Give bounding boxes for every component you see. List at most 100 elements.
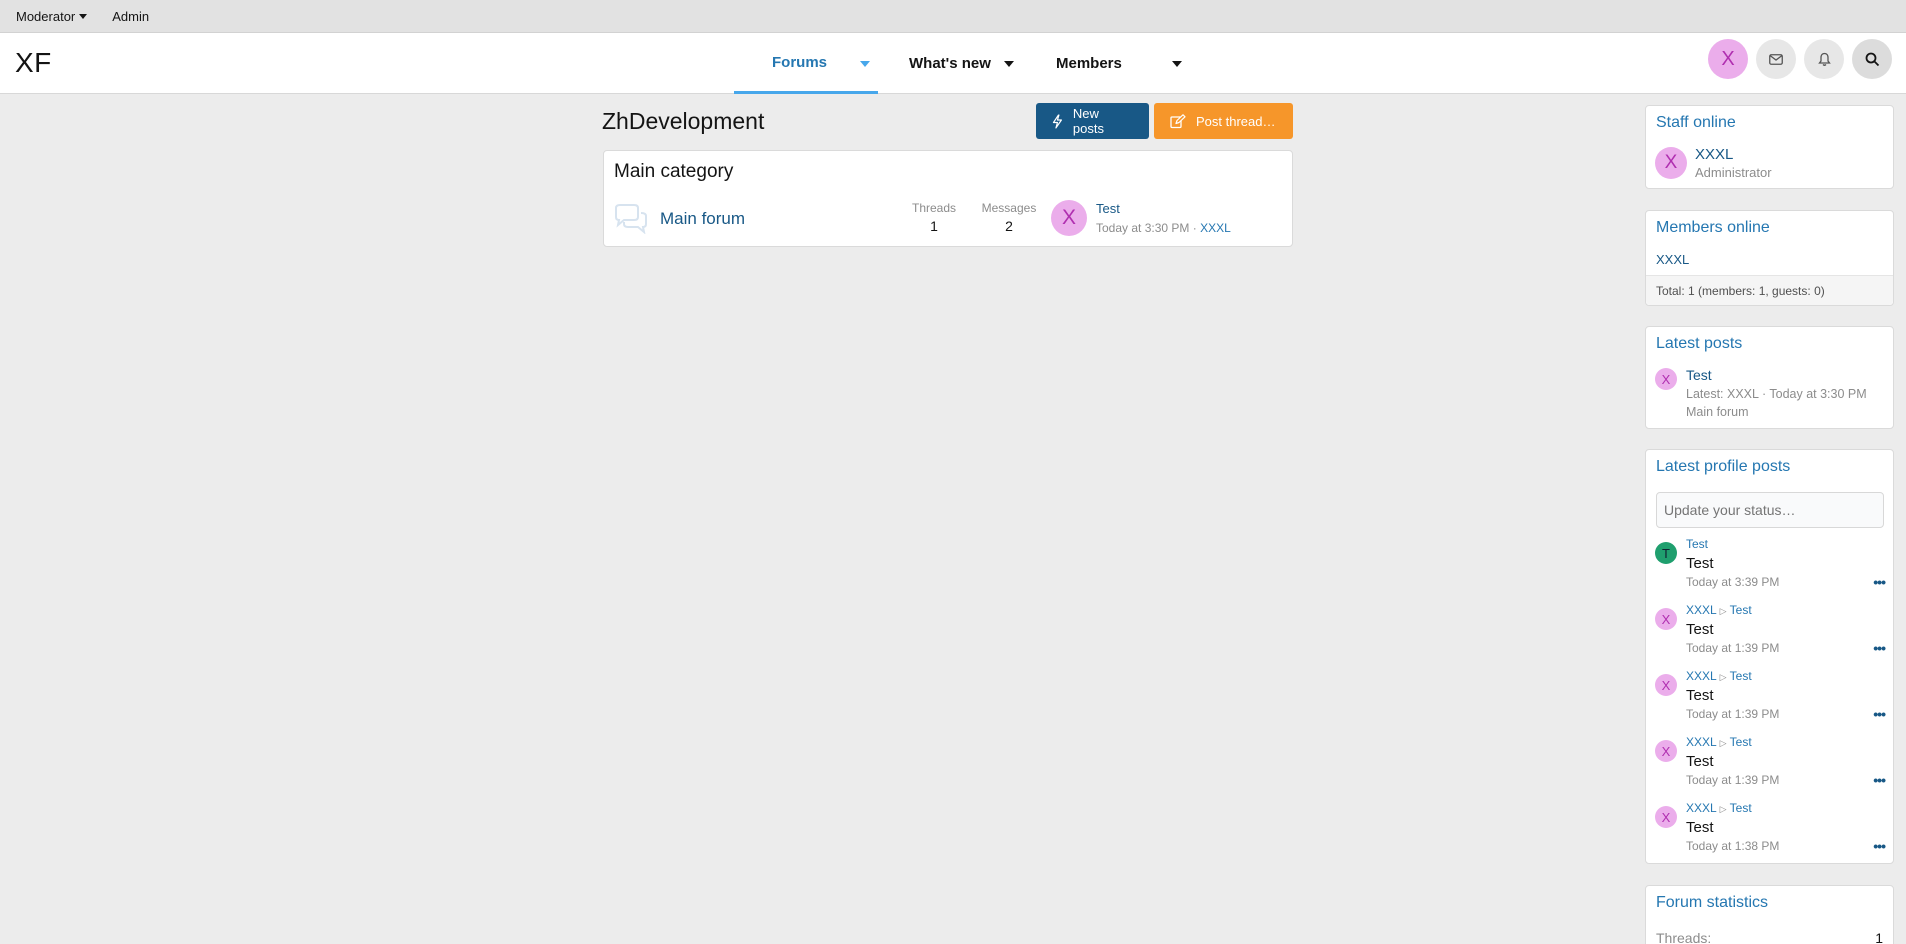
profile-post: X XXXL ▷ Test Test Today at 1:38 PM ••• <box>1646 801 1893 861</box>
chevron-down-icon[interactable] <box>860 61 870 67</box>
profile-post-time[interactable]: Today at 3:39 PM <box>1686 575 1779 589</box>
more-options-icon[interactable]: ••• <box>1873 838 1886 854</box>
last-post-meta: Today at 3:30 PM · XXXL <box>1096 221 1231 235</box>
profile-post-time[interactable]: Today at 1:39 PM <box>1686 707 1779 721</box>
post-thread-label: Post thread… <box>1196 113 1276 129</box>
latest-posts-widget: Latest posts X Test Latest: XXXL · Today… <box>1645 326 1894 429</box>
moderator-menu[interactable]: Moderator <box>16 9 88 24</box>
new-posts-label: New posts <box>1072 106 1104 136</box>
profile-post-recipient-link[interactable]: Test <box>1730 669 1752 683</box>
profile-post-author-link[interactable]: XXXL <box>1686 801 1716 815</box>
nav-tab-forums[interactable]: Forums <box>734 33 878 94</box>
nav-tab-whats-new[interactable]: What's new <box>878 33 1032 94</box>
latest-post-thread-link[interactable]: Test <box>1686 367 1712 383</box>
profile-post-recipient-link[interactable]: Test <box>1730 735 1752 749</box>
threads-stat-value: 1 <box>1875 930 1883 944</box>
profile-post-avatar[interactable]: X <box>1655 608 1677 630</box>
latest-post-forum-link[interactable]: Main forum <box>1686 405 1749 419</box>
last-post-time[interactable]: Today at 3:30 PM <box>1096 221 1189 235</box>
chevron-down-icon <box>79 13 88 19</box>
forum-title-link[interactable]: Main forum <box>660 209 745 229</box>
edit-icon <box>1170 113 1186 128</box>
staff-bar: Moderator Admin <box>0 0 1906 33</box>
arrow-right-icon: ▷ <box>1719 738 1727 748</box>
widget-title[interactable]: Staff online <box>1646 106 1893 132</box>
profile-post-author-link[interactable]: Test <box>1686 537 1708 551</box>
last-post-user-link[interactable]: XXXL <box>1200 221 1231 235</box>
profile-post-author-link[interactable]: XXXL <box>1686 669 1716 683</box>
profile-post-recipient-link[interactable]: Test <box>1730 801 1752 815</box>
profile-post-body: Test <box>1686 621 1714 638</box>
arrow-right-icon: ▷ <box>1719 804 1727 814</box>
last-post-thread-link[interactable]: Test <box>1096 201 1231 216</box>
profile-post-avatar[interactable]: T <box>1655 542 1677 564</box>
site-logo[interactable]: XF <box>15 47 52 79</box>
main-nav: Forums What's new Members <box>734 33 1182 94</box>
messages-label: Messages <box>981 201 1037 215</box>
more-options-icon[interactable]: ••• <box>1873 706 1886 722</box>
more-options-icon[interactable]: ••• <box>1873 574 1886 590</box>
arrow-right-icon: ▷ <box>1719 672 1727 682</box>
profile-post-avatar[interactable]: X <box>1655 674 1677 696</box>
widget-title[interactable]: Forum statistics <box>1646 886 1893 912</box>
profile-post-body: Test <box>1686 753 1714 770</box>
user-avatar-button[interactable]: X <box>1708 39 1748 79</box>
post-thread-button[interactable]: Post thread… <box>1154 103 1293 139</box>
profile-post-time[interactable]: Today at 1:39 PM <box>1686 773 1779 787</box>
new-posts-button[interactable]: New posts <box>1036 103 1149 139</box>
status-update-input[interactable] <box>1656 492 1884 528</box>
profile-post: X XXXL ▷ Test Test Today at 1:39 PM ••• <box>1646 735 1893 795</box>
threads-count: 1 <box>930 218 938 234</box>
staff-avatar[interactable]: X <box>1655 147 1687 179</box>
bell-icon <box>1817 52 1831 66</box>
profile-post-body: Test <box>1686 555 1714 572</box>
search-icon <box>1865 52 1879 66</box>
latest-post-avatar[interactable]: X <box>1655 368 1677 390</box>
widget-title[interactable]: Latest posts <box>1646 327 1893 353</box>
members-online-widget: Members online XXXL Total: 1 (members: 1… <box>1645 210 1894 306</box>
header-icons: X <box>1708 39 1892 79</box>
staff-name-link[interactable]: XXXL <box>1695 146 1733 163</box>
profile-post-avatar[interactable]: X <box>1655 740 1677 762</box>
nav-tab-members[interactable]: Members <box>1032 33 1182 94</box>
lightning-icon <box>1052 113 1062 129</box>
profile-post-avatar[interactable]: X <box>1655 806 1677 828</box>
more-options-icon[interactable]: ••• <box>1873 772 1886 788</box>
chevron-down-icon[interactable] <box>1172 61 1182 67</box>
threads-label: Threads <box>911 201 957 215</box>
profile-post: X XXXL ▷ Test Test Today at 1:39 PM ••• <box>1646 669 1893 729</box>
widget-title[interactable]: Latest profile posts <box>1646 450 1893 476</box>
profile-post: X XXXL ▷ Test Test Today at 1:39 PM ••• <box>1646 603 1893 663</box>
category-title[interactable]: Main category <box>614 161 733 183</box>
inbox-button[interactable] <box>1756 39 1796 79</box>
latest-profile-posts-widget: Latest profile posts T Test Test Today a… <box>1645 449 1894 864</box>
threads-stat: Threads 1 <box>910 201 958 234</box>
profile-post-time[interactable]: Today at 1:38 PM <box>1686 839 1779 853</box>
member-online-link[interactable]: XXXL <box>1656 252 1689 267</box>
profile-post-author-link[interactable]: XXXL <box>1686 735 1716 749</box>
profile-post-time[interactable]: Today at 1:39 PM <box>1686 641 1779 655</box>
profile-post-body: Test <box>1686 819 1714 836</box>
last-post-info: Test Today at 3:30 PM · XXXL <box>1096 201 1231 235</box>
chevron-down-icon[interactable] <box>1004 61 1014 67</box>
alerts-button[interactable] <box>1804 39 1844 79</box>
nav-tab-label: What's new <box>909 55 991 72</box>
admin-link[interactable]: Admin <box>112 9 149 24</box>
members-total: Total: 1 (members: 1, guests: 0) <box>1646 275 1893 305</box>
chat-bubbles-icon <box>615 204 647 234</box>
profile-post-header: XXXL ▷ Test <box>1686 603 1752 617</box>
threads-stat-label: Threads: <box>1656 930 1712 944</box>
last-post-avatar[interactable]: X <box>1051 200 1087 236</box>
page-title: ZhDevelopment <box>602 108 765 134</box>
messages-count: 2 <box>1005 218 1013 234</box>
widget-title[interactable]: Members online <box>1646 211 1893 237</box>
envelope-icon <box>1769 53 1783 65</box>
forum-category-block: Main category Main forum Threads 1 Messa… <box>603 150 1293 247</box>
separator: · <box>1192 221 1197 235</box>
profile-post-author-link[interactable]: XXXL <box>1686 603 1716 617</box>
search-button[interactable] <box>1852 39 1892 79</box>
messages-stat: Messages 2 <box>979 201 1039 234</box>
profile-post-recipient-link[interactable]: Test <box>1730 603 1752 617</box>
latest-post-meta: Latest: XXXL · Today at 3:30 PM <box>1686 387 1867 401</box>
more-options-icon[interactable]: ••• <box>1873 640 1886 656</box>
